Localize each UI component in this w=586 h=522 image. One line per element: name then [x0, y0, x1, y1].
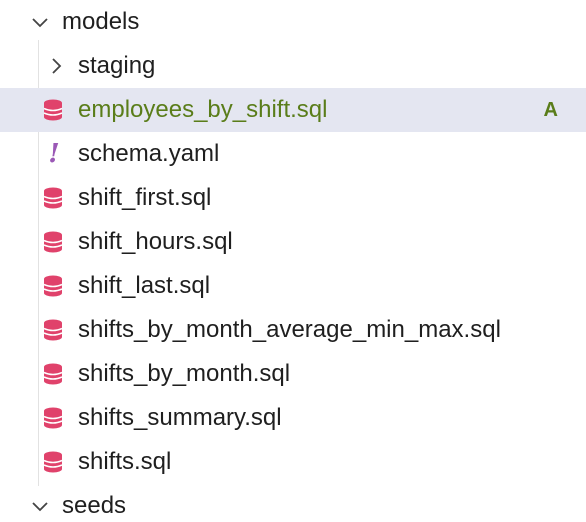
- database-icon: [42, 185, 64, 211]
- database-icon: [42, 273, 64, 299]
- chevron-down-icon: [28, 10, 52, 34]
- file-label: shifts_summary.sql: [78, 404, 282, 431]
- database-icon: [42, 449, 64, 475]
- git-status-badge: A: [543, 98, 558, 121]
- folder-label: staging: [78, 52, 156, 79]
- chevron-down-icon: [28, 494, 52, 518]
- folder-label: models: [62, 8, 140, 35]
- file-label: shift_hours.sql: [78, 228, 233, 255]
- file-label: schema.yaml: [78, 140, 220, 167]
- file-label: shift_first.sql: [78, 184, 212, 211]
- folder-staging[interactable]: staging: [0, 44, 586, 88]
- database-icon: [42, 405, 64, 431]
- file-shift-last[interactable]: shift_last.sql: [0, 264, 586, 308]
- file-label: shifts.sql: [78, 448, 172, 475]
- yaml-exclamation-icon: !: [48, 139, 60, 169]
- file-shifts[interactable]: shifts.sql: [0, 440, 586, 484]
- file-shift-hours[interactable]: shift_hours.sql: [0, 220, 586, 264]
- folder-seeds[interactable]: seeds: [0, 484, 586, 522]
- file-explorer: models staging employees_by_shift.sql A …: [0, 0, 586, 522]
- folder-models[interactable]: models: [0, 0, 586, 44]
- database-icon: [42, 229, 64, 255]
- file-shifts-summary[interactable]: shifts_summary.sql: [0, 396, 586, 440]
- file-shifts-by-month[interactable]: shifts_by_month.sql: [0, 352, 586, 396]
- folder-label: seeds: [62, 492, 127, 519]
- database-icon: [42, 317, 64, 343]
- file-label: shifts_by_month.sql: [78, 360, 291, 387]
- file-shift-first[interactable]: shift_first.sql: [0, 176, 586, 220]
- chevron-right-icon: [44, 54, 68, 78]
- file-label: shifts_by_month_average_min_max.sql: [78, 316, 501, 343]
- database-icon: [42, 361, 64, 387]
- file-label: shift_last.sql: [78, 272, 211, 299]
- file-schema-yaml[interactable]: ! schema.yaml: [0, 132, 586, 176]
- file-label: employees_by_shift.sql: [78, 96, 328, 123]
- file-shifts-by-month-average-min-max[interactable]: shifts_by_month_average_min_max.sql: [0, 308, 586, 352]
- file-employees-by-shift[interactable]: employees_by_shift.sql A: [0, 88, 586, 132]
- database-icon: [42, 97, 64, 123]
